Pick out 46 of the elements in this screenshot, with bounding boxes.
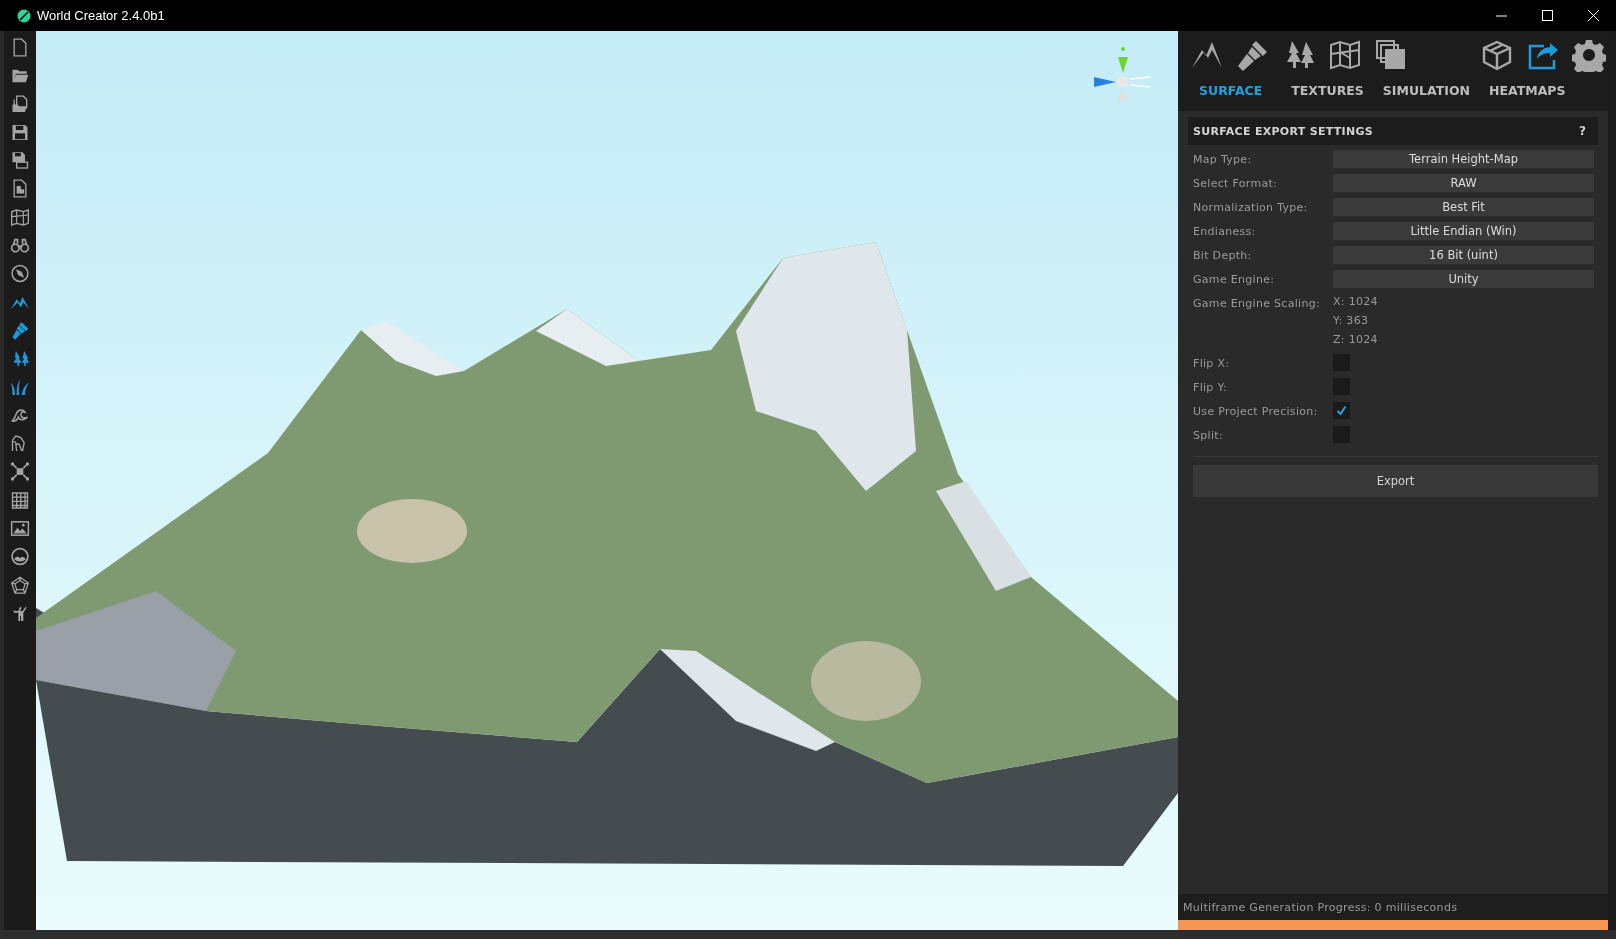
setting-label: Normalization Type: <box>1193 200 1309 214</box>
tab[interactable]: TEXTURES <box>1291 82 1364 98</box>
checkbox[interactable] <box>1333 402 1350 419</box>
setting-label: Game Engine: <box>1193 272 1276 286</box>
map-tool-button[interactable] <box>10 206 30 228</box>
tab[interactable]: HEATMAPS <box>1489 82 1566 98</box>
tab[interactable]: SIMULATION <box>1382 82 1470 98</box>
settings-button[interactable] <box>1572 38 1606 72</box>
setting-label: Split: <box>1193 428 1224 442</box>
save-stack-tool-button[interactable] <box>10 150 30 172</box>
status-text: Multiframe Generation Progress: 0 milliseconds <box>1183 900 1458 914</box>
dropdown[interactable]: RAW <box>1333 174 1594 192</box>
setting-label: Bit Depth: <box>1193 248 1253 262</box>
setting-label: Use Project Precision: <box>1193 404 1319 418</box>
section-title: SURFACE EXPORT SETTINGS <box>1193 124 1375 138</box>
compass-tool-button[interactable] <box>10 263 30 285</box>
map-tab-button[interactable] <box>1328 38 1362 72</box>
setting-label: Endianess: <box>1193 224 1257 238</box>
scaling-value: Y: 363 <box>1333 314 1370 329</box>
setting-label: Flip Y: <box>1193 380 1228 394</box>
brush-tab-button[interactable] <box>1236 38 1270 72</box>
dropdown[interactable]: Unity <box>1333 270 1594 288</box>
scaling-value: X: 1024 <box>1333 295 1378 310</box>
setting-label: Select Format: <box>1193 176 1279 190</box>
nodes-tool-button[interactable] <box>10 461 30 483</box>
help-button[interactable]: ? <box>1579 124 1586 138</box>
dropdown[interactable]: Terrain Height-Map <box>1333 150 1594 168</box>
close-icon[interactable] <box>1587 10 1599 21</box>
dropdown[interactable]: Best Fit <box>1333 198 1594 216</box>
maximize-icon[interactable] <box>1541 10 1553 21</box>
box-tab-button[interactable] <box>1480 38 1514 72</box>
dropdown[interactable]: Little Endian (Win) <box>1333 222 1594 240</box>
tab[interactable]: SURFACE <box>1199 82 1263 98</box>
app-logo-icon <box>17 8 31 23</box>
grid-tool-button[interactable] <box>10 489 30 511</box>
setting-label: Flip X: <box>1193 356 1231 370</box>
globe-tool-button[interactable] <box>10 546 30 568</box>
window-title: World Creator 2.4.0b1 <box>37 8 165 23</box>
layers-tab-button[interactable] <box>1374 38 1408 72</box>
dropdown[interactable]: 16 Bit (uint) <box>1333 246 1594 264</box>
setting-label: Map Type: <box>1193 152 1253 166</box>
pentagon-tool-button[interactable] <box>10 574 30 596</box>
scaling-value: Z: 1024 <box>1333 333 1378 348</box>
setting-label: Game Engine Scaling: <box>1193 296 1321 310</box>
export-button[interactable]: Export <box>1193 465 1598 497</box>
brush-tool-button[interactable] <box>10 319 30 341</box>
